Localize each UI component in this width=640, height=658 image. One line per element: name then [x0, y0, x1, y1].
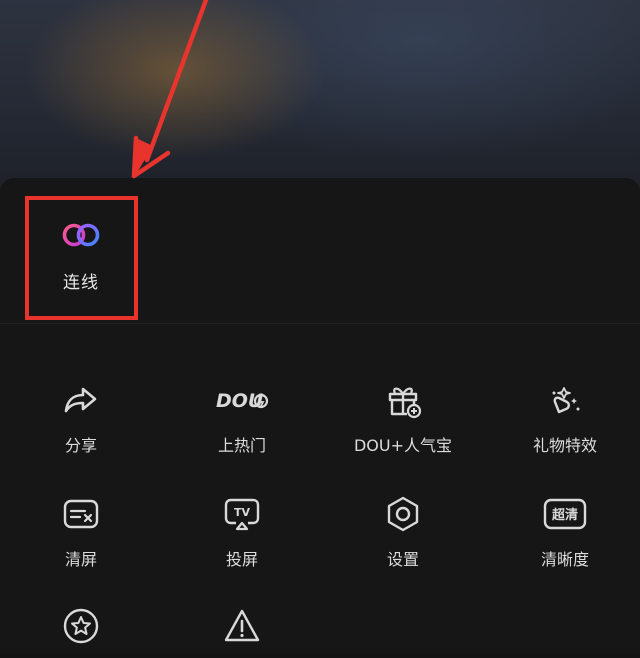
link-mic-button[interactable]: 连线	[28, 200, 134, 318]
hd-quality-icon: 超清	[543, 498, 587, 530]
clear-screen-label: 清屏	[64, 550, 97, 569]
cast-screen-icon-text: TV	[234, 506, 251, 519]
live-video-backdrop	[0, 0, 640, 190]
share-button[interactable]: 分享	[6, 380, 156, 456]
report-button[interactable]	[167, 606, 317, 658]
sheet-divider	[0, 323, 640, 324]
settings-hex-icon	[387, 496, 419, 532]
settings-label: 设置	[386, 550, 419, 569]
cast-screen-label: 投屏	[225, 550, 258, 569]
cast-screen-icon: TV	[224, 498, 260, 531]
hd-quality-icon-text: 超清	[552, 507, 578, 523]
star-circle-icon	[63, 608, 99, 644]
cast-screen-button[interactable]: TV 投屏	[167, 494, 317, 570]
dou-plus-button[interactable]: DOU+人气宝	[328, 380, 478, 456]
clear-screen-icon	[63, 499, 99, 529]
boost-popular-button[interactable]: DOU 上热门	[167, 380, 317, 456]
dou-logo-text: DOU	[216, 390, 264, 412]
settings-button[interactable]: 设置	[328, 494, 478, 570]
boost-popular-label: 上热门	[217, 436, 266, 455]
dou-logo-icon: DOU	[216, 390, 269, 412]
link-rings-icon	[62, 223, 100, 247]
clear-screen-button[interactable]: 清屏	[6, 494, 156, 570]
video-quality-button[interactable]: 超清 清晰度	[490, 494, 640, 570]
favorite-tool-button[interactable]	[6, 606, 156, 658]
share-arrow-icon	[64, 387, 97, 413]
gift-effect-label: 礼物特效	[532, 436, 597, 455]
more-tools-sheet: 连线 分享 DOU 上热门 DOU+人气宝 礼物特效 清屏 TV 投屏 设置 超…	[0, 178, 640, 653]
warning-triangle-icon	[224, 609, 260, 642]
link-mic-label: 连线	[63, 273, 99, 293]
gift-box-icon	[388, 387, 422, 419]
gift-effect-button[interactable]: 礼物特效	[490, 380, 640, 456]
dou-plus-label: DOU+人气宝	[353, 436, 453, 455]
share-label: 分享	[64, 436, 97, 455]
gift-effect-icon	[552, 387, 580, 414]
video-quality-label: 清晰度	[540, 550, 589, 569]
